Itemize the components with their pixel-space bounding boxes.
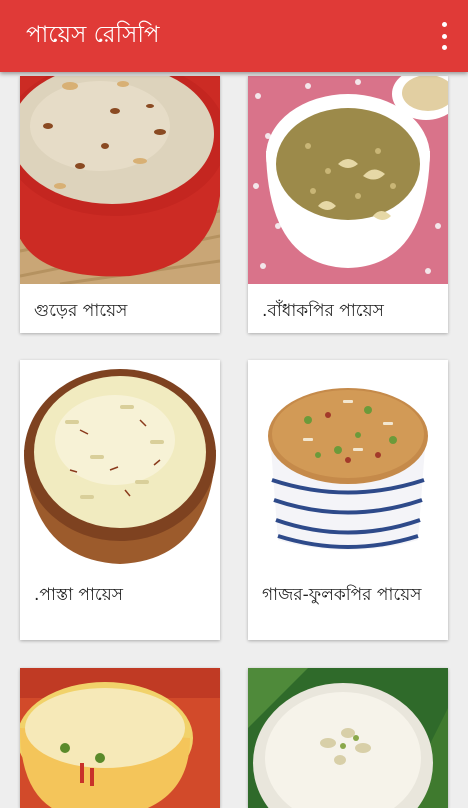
recipe-title: .বাঁধাকপির পায়েস [262, 301, 384, 321]
recipe-card[interactable]: .বাঁধাকপির পায়েস [248, 76, 448, 333]
recipe-title: গাজর-ফুলকপির পায়েস [262, 585, 422, 605]
app-title: পায়েস রেসিপি [26, 22, 160, 48]
recipe-photo [20, 76, 220, 284]
recipe-photo [248, 668, 448, 808]
recipe-photo [248, 76, 448, 284]
recipe-card[interactable] [20, 668, 220, 808]
recipe-photo [248, 360, 448, 568]
recipe-photo [20, 360, 220, 568]
recipe-card[interactable]: গুড়ের পায়েস [20, 76, 220, 333]
app-toolbar: পায়েস রেসিপি [0, 0, 468, 72]
recipe-card[interactable]: গাজর-ফুলকপির পায়েস [248, 360, 448, 640]
recipe-card[interactable] [248, 668, 448, 808]
recipe-card[interactable]: .পাস্তা পায়েস [20, 360, 220, 640]
recipe-photo [20, 668, 220, 808]
overflow-menu-icon[interactable] [434, 22, 454, 50]
recipe-title: .পাস্তা পায়েস [34, 585, 123, 605]
recipe-title: গুড়ের পায়েস [34, 301, 128, 321]
